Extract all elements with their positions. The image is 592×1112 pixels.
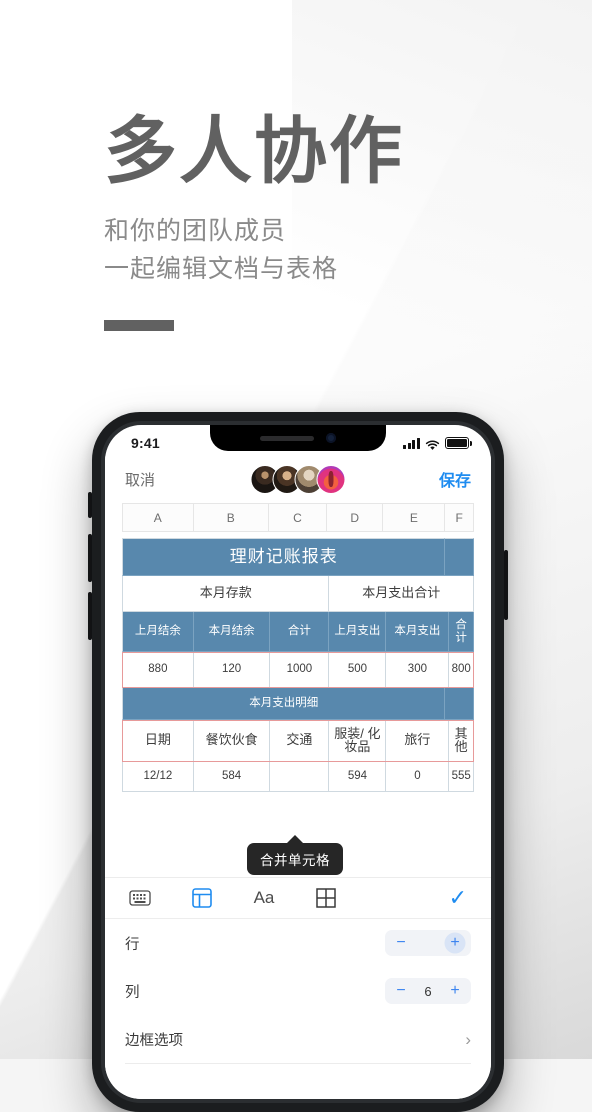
column-header-b[interactable]: B [192,503,268,532]
keyboard-icon[interactable] [125,886,155,910]
column-header-d[interactable]: D [326,503,383,532]
columns-value: 6 [424,983,432,999]
column-header-f[interactable]: F [444,503,475,532]
rows-label: 行 [125,936,140,953]
promo-title: 多人协作 [104,111,404,192]
wifi-icon [425,438,440,450]
detail-header-travel[interactable]: 旅行 [386,720,450,762]
status-bar-clock: 9:41 [131,435,160,451]
sheet-title-row: 理财记账报表 [122,538,474,576]
cellular-bars-icon [403,437,420,449]
sheet-detail-section-row: 本月支出明细 [122,688,474,720]
cell-detail-food[interactable]: 584 [193,762,271,792]
cell-expense-total[interactable]: 800 [449,652,474,688]
column-header-c[interactable]: C [267,503,327,532]
columns-decrement-button[interactable]: − [389,983,413,999]
border-options-label: 边框选项 [125,1032,183,1049]
table-options-panel: 行 − + 列 − 6 + 边框选项 › [105,918,491,1099]
option-row-rows: 行 − + [125,919,471,967]
rows-stepper[interactable]: − + [385,930,471,956]
sheet-title-spill-cell[interactable] [445,538,474,576]
detail-header-other[interactable]: 其他 [449,720,474,762]
checkmark-icon[interactable]: ✓ [449,886,467,909]
column-header-e[interactable]: E [382,503,445,532]
font-size-icon[interactable]: Aa [249,886,279,910]
cell-curr-expense[interactable]: 300 [386,652,450,688]
sheet-title-cell[interactable]: 理财记账报表 [122,538,446,576]
columns-label: 列 [125,984,140,1001]
subheader-prev-balance[interactable]: 上月结余 [122,612,194,652]
option-row-border-options[interactable]: 边框选项 › [125,1015,471,1063]
cancel-button[interactable]: 取消 [125,469,155,490]
cell-income-total[interactable]: 1000 [270,652,330,688]
save-button[interactable]: 保存 [439,467,471,491]
columns-stepper[interactable]: − 6 + [385,978,471,1004]
cell-prev-expense[interactable]: 500 [329,652,387,688]
cell-detail-travel[interactable]: 0 [386,762,450,792]
promo-divider-bar [104,320,174,331]
rows-increment-button[interactable]: + [443,935,467,951]
promo-subtitle-line-1: 和你的团队成员 [104,217,287,245]
phone-power-button [504,550,508,620]
cell-detail-transport[interactable] [270,762,330,792]
phone-bezel: 9:41 取消 保存 A B C D E F 理财记账报表 本月存款 本月支出合… [101,421,495,1103]
sheet-data-row-income[interactable]: 880 120 1000 500 300 800 [122,652,474,688]
group-header-income[interactable]: 本月存款 [122,576,330,612]
cell-prev-balance[interactable]: 880 [122,652,194,688]
spreadsheet-column-headers: A B C D E F [105,503,491,532]
status-bar-indicators [403,437,472,450]
promo-copy: 多人协作 和你的团队成员 一起编辑文档与表格 [104,108,544,331]
panel-divider [125,1063,471,1064]
subheader-curr-balance[interactable]: 本月结余 [193,612,271,652]
subheader-expense-total[interactable]: 合计 [449,612,474,652]
table-icon[interactable] [187,886,217,910]
sheet-group-header-row: 本月存款 本月支出合计 [122,576,474,612]
promo-subtitle: 和你的团队成员 一起编辑文档与表格 [104,212,544,288]
promo-subtitle-line-2: 一起编辑文档与表格 [104,255,339,283]
phone-mockup: 9:41 取消 保存 A B C D E F 理财记账报表 本月存款 本月支出合… [92,412,504,1112]
avatar-collaborator-4[interactable] [316,464,346,494]
cell-detail-date[interactable]: 12/12 [122,762,194,792]
chevron-right-icon[interactable]: › [465,1031,471,1048]
detail-section-spill-cell[interactable] [445,688,474,720]
sheet-detail-data-row[interactable]: 12/12 584 594 0 555 [122,762,474,792]
subheader-prev-expense[interactable]: 上月支出 [329,612,387,652]
status-bar: 9:41 [105,425,491,455]
detail-header-food[interactable]: 餐饮伙食 [193,720,271,762]
cell-detail-other[interactable]: 555 [449,762,474,792]
detail-header-transport[interactable]: 交通 [270,720,330,762]
editor-nav-bar: 取消 保存 [105,455,491,503]
sheet-detail-header-row[interactable]: 日期 餐饮伙食 交通 服装/ 化妆品 旅行 其他 [122,720,474,762]
group-header-expense[interactable]: 本月支出合计 [329,576,474,612]
detail-header-date[interactable]: 日期 [122,720,194,762]
collaborator-avatars[interactable] [250,464,346,494]
subheader-income-total[interactable]: 合计 [270,612,330,652]
cell-curr-balance[interactable]: 120 [193,652,271,688]
merge-cells-tooltip: 合并单元格 [247,843,343,875]
editor-toolbar: Aa ✓ [105,877,491,917]
detail-section-title[interactable]: 本月支出明细 [122,688,446,720]
sheet-subheader-row: 上月结余 本月结余 合计 上月支出 本月支出 合计 [122,612,474,652]
battery-full-icon [445,437,472,449]
merge-cells-icon[interactable] [311,886,341,910]
phone-screen: 9:41 取消 保存 A B C D E F 理财记账报表 本月存款 本月支出合… [105,425,491,1099]
rows-decrement-button[interactable]: − [389,935,413,951]
column-header-a[interactable]: A [122,503,193,532]
detail-header-clothing[interactable]: 服装/ 化妆品 [329,720,387,762]
subheader-curr-expense[interactable]: 本月支出 [386,612,450,652]
cell-detail-clothing[interactable]: 594 [329,762,387,792]
option-row-columns: 列 − 6 + [125,967,471,1015]
spreadsheet-grid[interactable]: 理财记账报表 本月存款 本月支出合计 上月结余 本月结余 合计 上月支出 本月支… [122,538,474,792]
columns-increment-button[interactable]: + [443,983,467,999]
